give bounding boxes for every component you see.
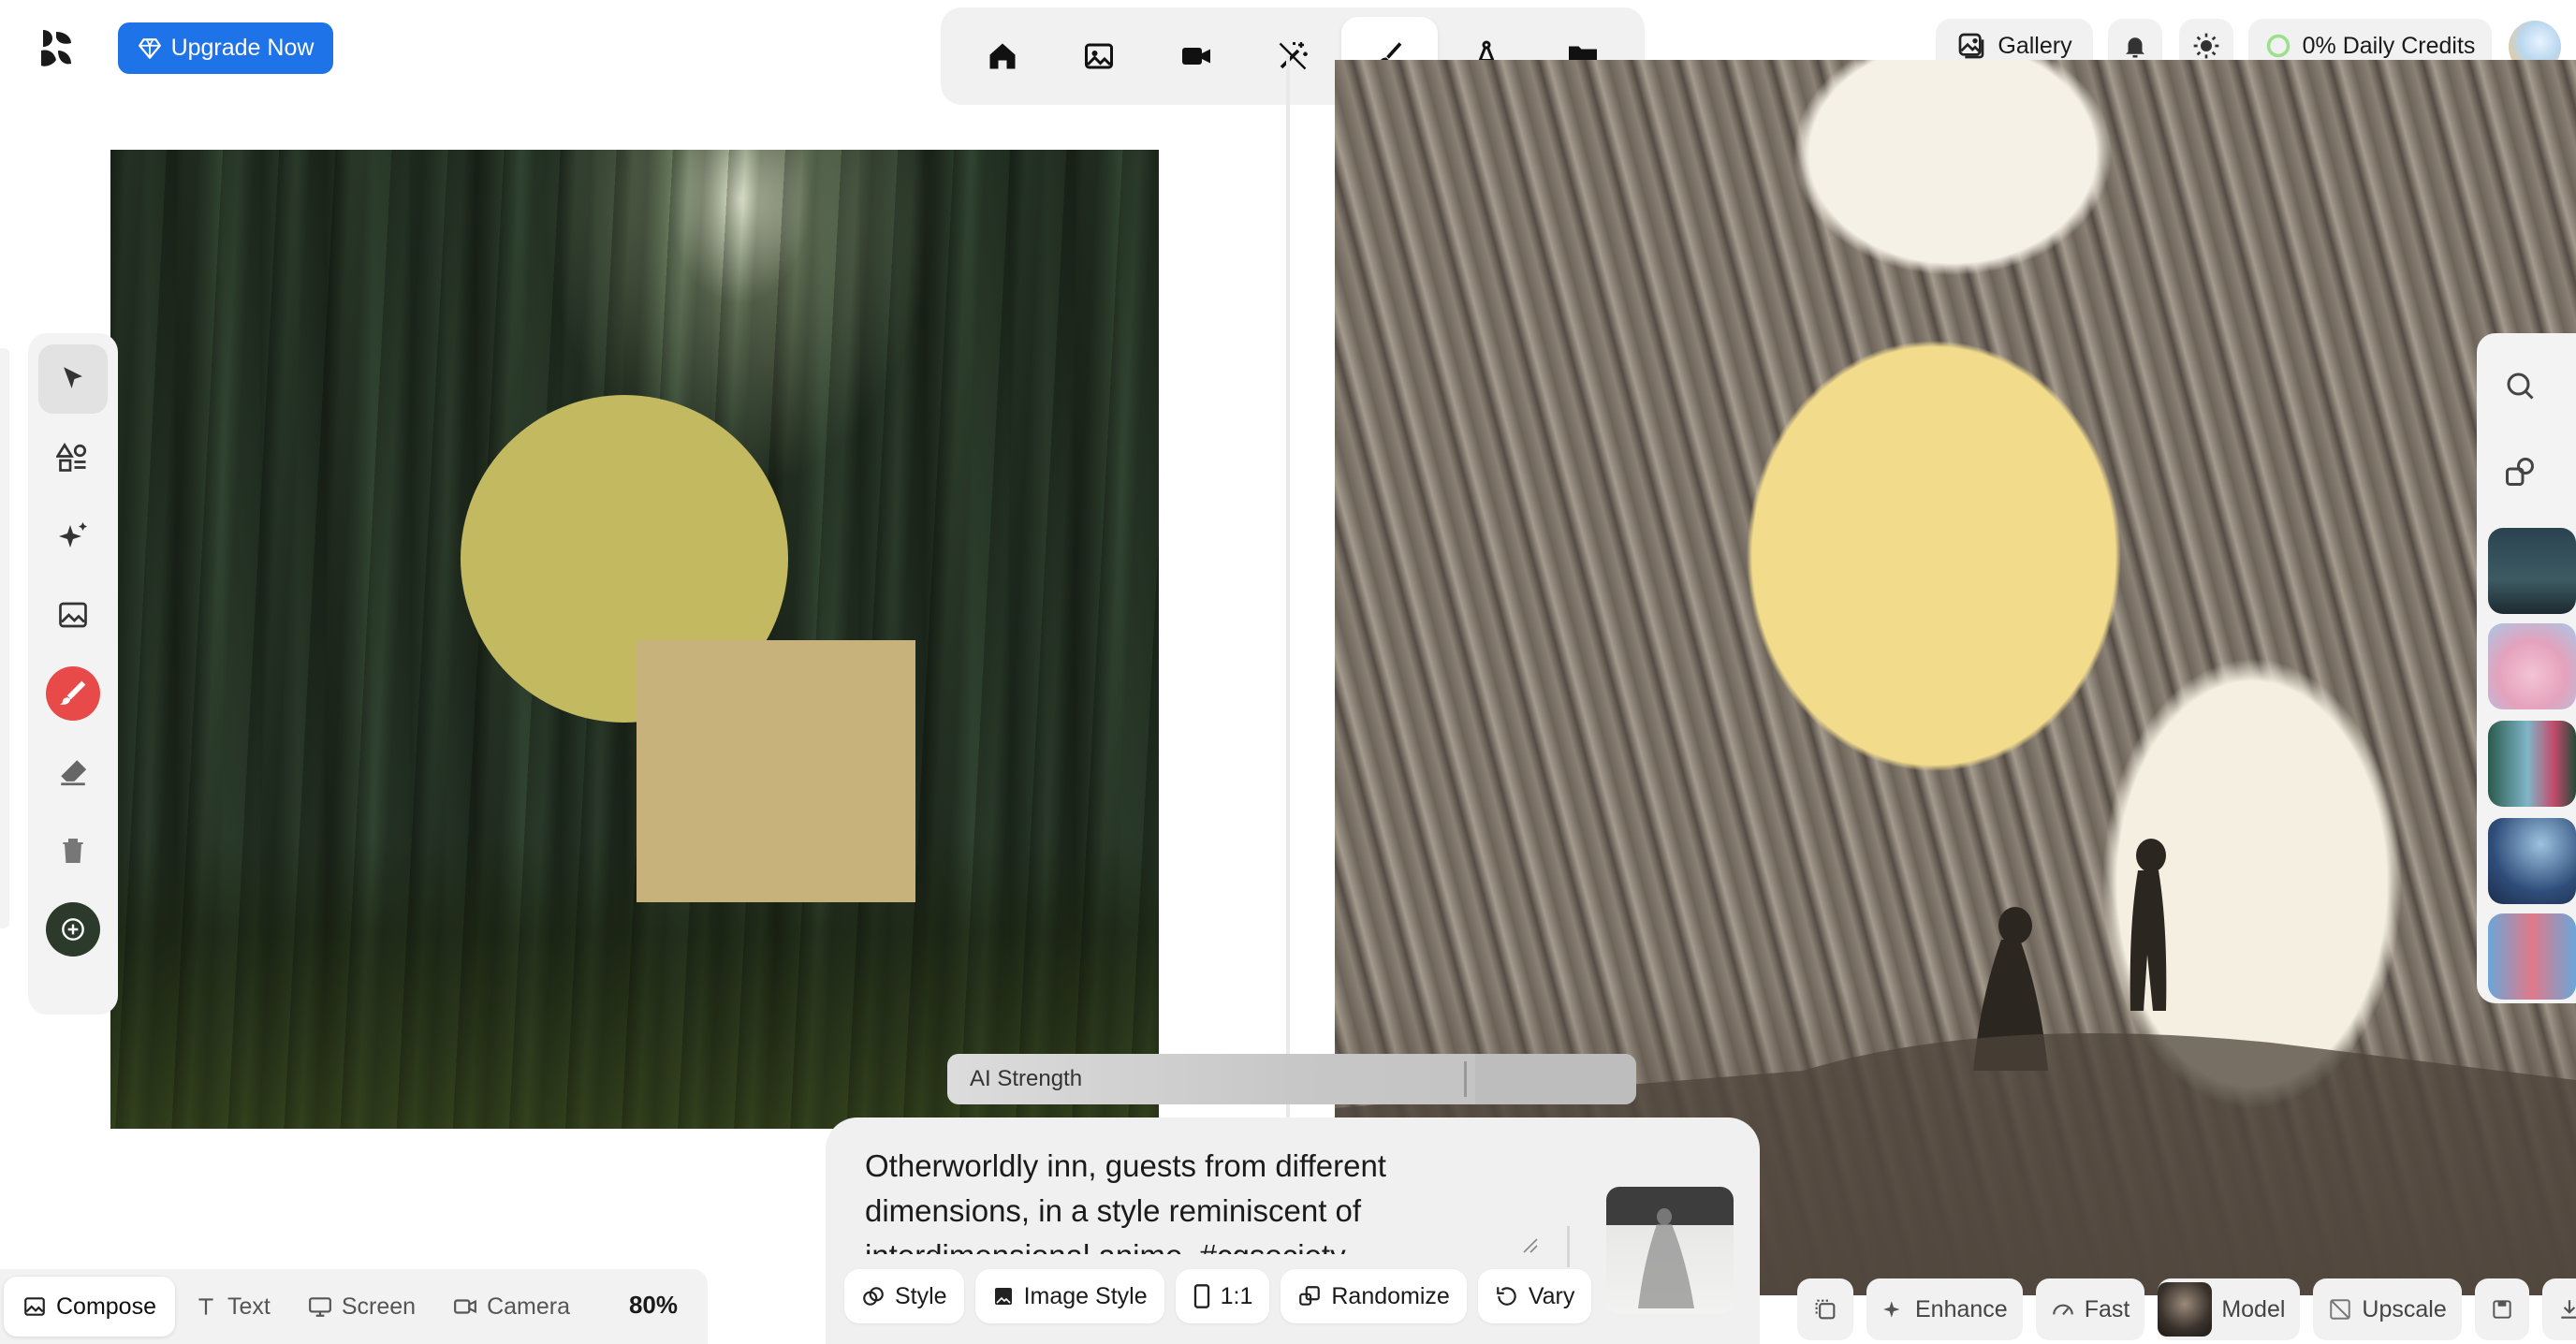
upscale-button[interactable]: Upscale [2313,1278,2462,1340]
reference-image-thumbnail[interactable] [1606,1187,1734,1314]
image-icon[interactable] [1050,17,1147,95]
gallery-icon [1956,31,1986,61]
enhance-button[interactable]: Enhance [1866,1278,2023,1340]
prompt-input[interactable]: Otherworldly inn, guests from different … [865,1144,1539,1254]
ai-strength-handle[interactable] [1464,1061,1467,1097]
search-icon[interactable] [2503,369,2537,402]
rail-edge [0,348,9,928]
tab-label: Text [227,1293,271,1320]
sparkles-icon [1881,1297,1906,1322]
style-button[interactable]: Style [844,1269,964,1323]
tab-compose[interactable]: Compose [4,1277,175,1337]
magic-wand-icon[interactable] [1244,17,1340,95]
refresh-icon [1495,1284,1519,1308]
model-button[interactable]: Model [2158,1278,2301,1340]
video-icon[interactable] [1148,17,1244,95]
monitor-icon [308,1294,332,1319]
camera-icon [453,1294,477,1319]
pointer-icon[interactable] [38,344,108,414]
prompt-divider [1567,1226,1570,1267]
history-thumbnail[interactable] [2488,818,2576,904]
history-thumbnail[interactable] [2488,528,2576,614]
copy-button[interactable] [1797,1278,1853,1340]
zoom-level[interactable]: 80% [603,1269,704,1340]
left-tool-rail [28,333,118,1015]
prompt-options: Style Image Style 1:1 Randomize Vary [844,1269,1592,1323]
image-add-icon[interactable] [38,580,108,650]
output-actions-bar: Enhance Fast Model Upscale [1797,1275,2576,1344]
figures-silhouette [1335,839,2576,1295]
sun-icon [2191,31,2221,61]
aspect-ratio-icon [1193,1283,1211,1309]
randomize-button[interactable]: Randomize [1281,1269,1467,1323]
tab-label: Camera [487,1293,570,1320]
speedometer-icon [2051,1297,2075,1322]
output-canvas[interactable] [1335,60,2576,1295]
bell-icon [2121,32,2149,60]
model-label: Model [2221,1295,2286,1322]
upgrade-label: Upgrade Now [170,35,315,61]
fast-label: Fast [2084,1295,2130,1322]
save-icon [2490,1297,2514,1322]
upscale-label: Upscale [2362,1295,2447,1322]
history-thumbnail[interactable] [2488,913,2576,1000]
download-button[interactable] [2541,1278,2576,1340]
ai-strength-label: AI Strength [970,1066,1083,1091]
shapes-icon[interactable] [38,423,108,492]
image-style-button[interactable]: Image Style [974,1269,1164,1323]
chip-label: Image Style [1023,1282,1148,1309]
sparkles-icon[interactable] [38,502,108,571]
chip-label: 1:1 [1220,1282,1253,1309]
brush-color-icon[interactable] [38,659,108,728]
history-thumbnail[interactable] [2488,623,2576,709]
credits-label: 0% Daily Credits [2302,32,2476,59]
tab-label: Screen [341,1293,417,1320]
history-rail [2477,333,2576,1003]
image-style-icon [992,1285,1015,1307]
eraser-icon[interactable] [38,738,108,807]
upgrade-button[interactable]: Upgrade Now [118,22,333,74]
diamond-icon [138,37,162,61]
input-mode-tabs: Compose Text Screen Camera [0,1271,589,1342]
tab-camera[interactable]: Camera [434,1277,589,1337]
upscale-icon [2328,1297,2352,1322]
ai-strength-track-end [1475,1054,1636,1104]
copy-icon [1812,1296,1838,1322]
download-icon [2557,1297,2576,1322]
text-icon [194,1294,218,1319]
palette-icon [861,1284,886,1308]
history-thumbnail[interactable] [2488,721,2576,807]
tab-text[interactable]: Text [175,1277,289,1337]
input-canvas[interactable] [110,150,1159,1129]
canvas-square-shape[interactable] [637,640,915,902]
trash-icon[interactable] [38,816,108,885]
layer-icon[interactable] [38,895,108,964]
chip-label: Vary [1528,1282,1575,1309]
chip-label: Style [895,1282,947,1309]
home-icon[interactable] [954,17,1050,95]
tab-screen[interactable]: Screen [289,1277,434,1337]
chip-label: Randomize [1331,1282,1450,1309]
image-icon [22,1294,47,1319]
dice-icon [1297,1284,1322,1308]
resize-handle-icon[interactable] [1518,1234,1539,1254]
enhance-label: Enhance [1915,1295,2008,1322]
save-button[interactable] [2474,1278,2529,1340]
app-logo[interactable] [36,26,80,71]
fast-toggle[interactable]: Fast [2035,1278,2145,1340]
figure-silhouette [1638,1208,1694,1308]
credits-ring-icon [2265,33,2291,59]
tab-label: Compose [56,1293,156,1320]
gallery-label: Gallery [1998,32,2072,59]
vary-button[interactable]: Vary [1477,1269,1592,1323]
shapes-toggle-icon[interactable] [2503,455,2537,489]
model-avatar [2158,1282,2213,1337]
aspect-ratio-button[interactable]: 1:1 [1175,1269,1270,1323]
